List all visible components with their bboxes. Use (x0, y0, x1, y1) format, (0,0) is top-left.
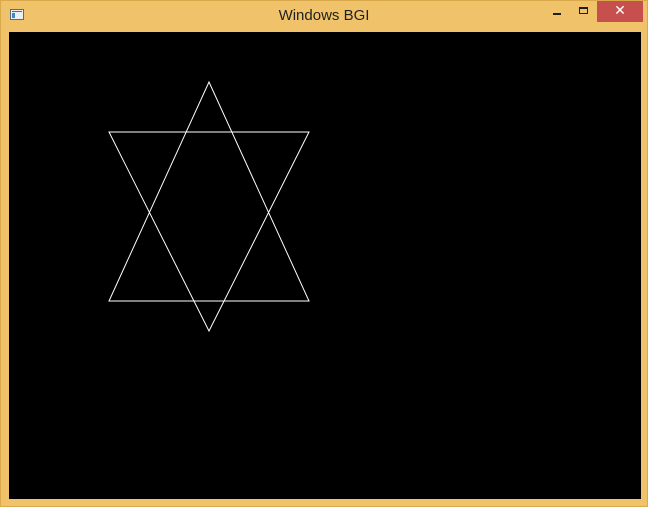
minimize-button[interactable] (544, 1, 570, 22)
maximize-button[interactable] (570, 1, 597, 22)
maximize-icon (579, 7, 588, 14)
close-icon: ✕ (614, 3, 626, 19)
graphics-canvas[interactable] (9, 32, 641, 499)
close-button[interactable]: ✕ (597, 1, 643, 22)
bgi-window: Windows BGI ✕ (0, 0, 648, 507)
drawing-surface (108, 80, 310, 333)
minimize-icon (553, 13, 561, 15)
title-bar[interactable]: Windows BGI ✕ (1, 1, 647, 31)
